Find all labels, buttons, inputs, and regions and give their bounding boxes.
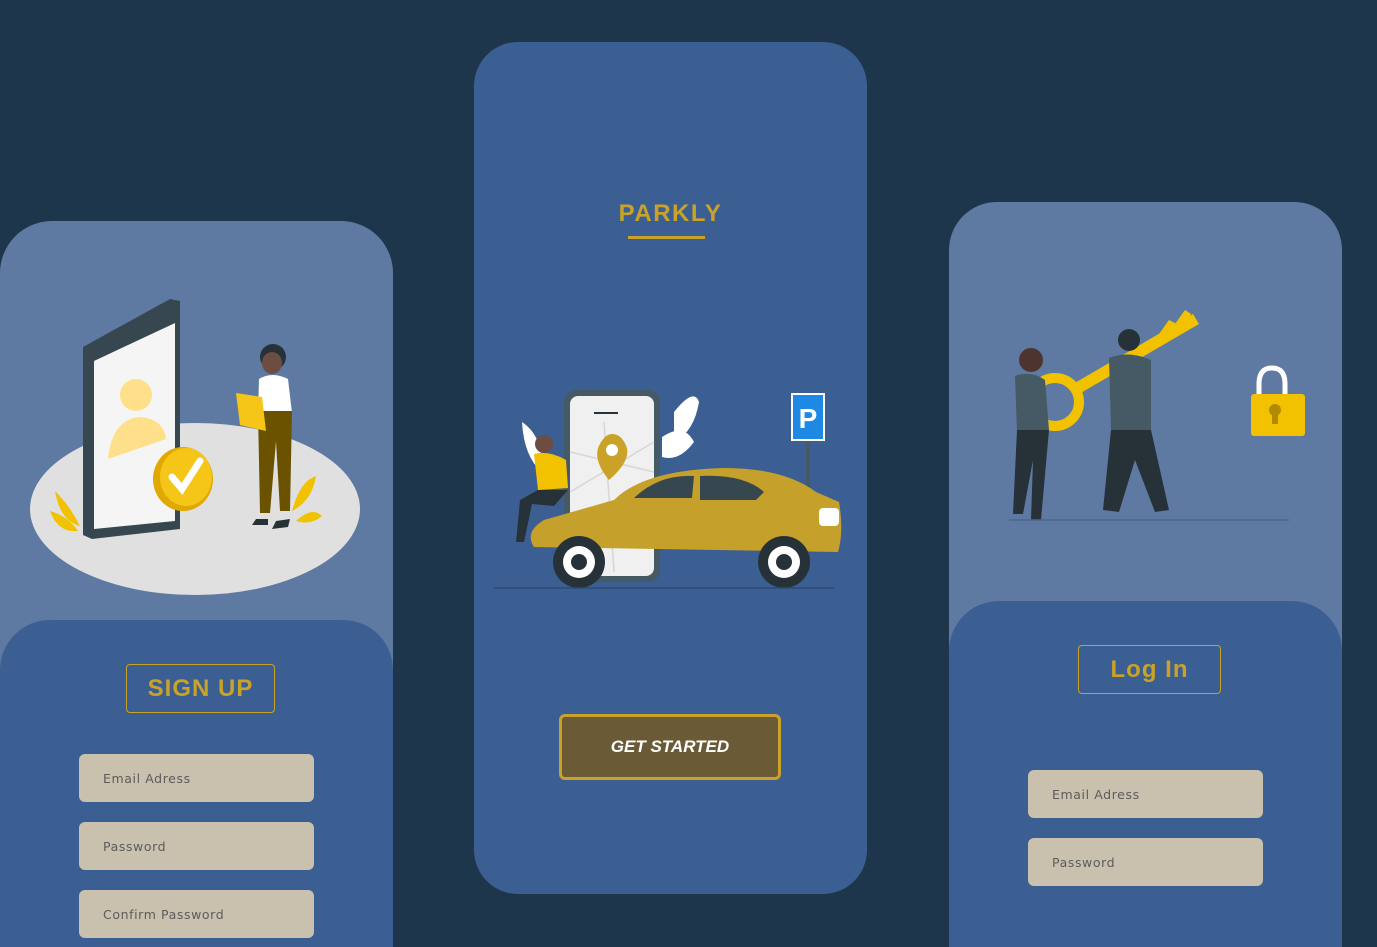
brand-logo-text: PARKLY — [618, 200, 723, 227]
splash-screen: PARKLY P GET STARTED — [474, 42, 867, 894]
login-screen: Log In Email Adress Password — [949, 202, 1342, 947]
signup-title: SIGN UP — [126, 664, 275, 713]
signup-screen: SIGN UP Email Adress Password Confirm Pa… — [0, 221, 393, 947]
signup-form-panel: SIGN UP Email Adress Password Confirm Pa… — [0, 620, 393, 947]
parking-sign-letter: P — [799, 403, 818, 434]
padlock-icon — [1251, 365, 1305, 436]
signup-illustration — [30, 299, 360, 595]
checkmark-badge-icon — [153, 447, 213, 511]
woman-figure-icon — [1013, 348, 1049, 520]
signup-email-field[interactable]: Email Adress — [79, 754, 314, 802]
login-title: Log In — [1078, 645, 1221, 694]
man-figure-icon — [1103, 329, 1169, 512]
get-started-button[interactable]: GET STARTED — [559, 714, 781, 780]
login-illustration — [1009, 310, 1305, 521]
brand-underline — [628, 236, 705, 239]
login-password-field[interactable]: Password — [1028, 838, 1263, 886]
login-email-field[interactable]: Email Adress — [1028, 770, 1263, 818]
car-parking-illustration: P — [494, 390, 842, 589]
floor-ellipse — [30, 423, 360, 595]
signup-confirm-password-field[interactable]: Confirm Password — [79, 890, 314, 938]
signup-password-field[interactable]: Password — [79, 822, 314, 870]
login-form-panel: Log In Email Adress Password — [949, 601, 1342, 947]
